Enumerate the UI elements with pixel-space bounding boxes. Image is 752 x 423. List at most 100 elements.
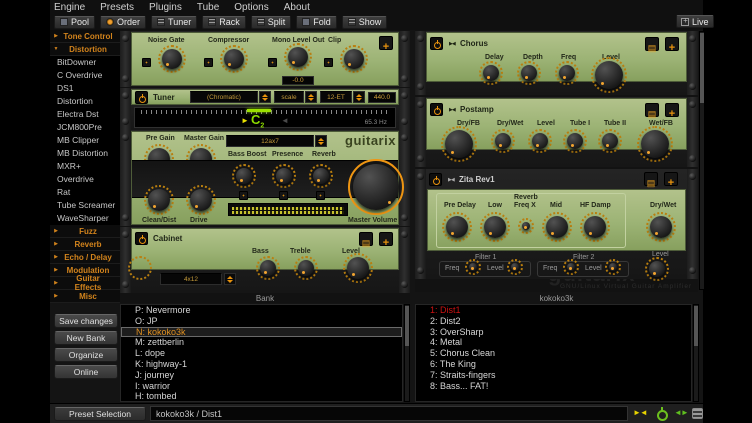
presence-knob[interactable]	[272, 164, 296, 188]
zita-filter1-freq-knob[interactable]	[465, 259, 481, 275]
postamp-drywet-knob[interactable]	[491, 129, 515, 153]
move-unit-button[interactable]	[379, 36, 393, 50]
chorus-power-button[interactable]	[430, 37, 443, 50]
mono-level-value[interactable]: -0.0	[282, 76, 314, 85]
bass-boost-knob[interactable]	[232, 164, 256, 188]
cabinet-preset-button[interactable]	[359, 232, 373, 246]
preset-row[interactable]: 8: Bass... FAT!	[416, 381, 691, 392]
live-button[interactable]: Live	[676, 15, 714, 28]
save-changes-button[interactable]: Save changes	[54, 314, 118, 328]
cabinet-model-dropdown[interactable]: 4x12	[160, 273, 222, 285]
plugin-item[interactable]: Overdrive	[50, 173, 120, 186]
bank-row[interactable]: O: JP	[121, 316, 402, 327]
bank-row-selected[interactable]: N: kokoko3k	[121, 327, 402, 338]
tuner-scale-dropdown[interactable]: scale	[274, 91, 304, 103]
tuner-temperament-selector[interactable]	[353, 91, 365, 103]
postamp-move-button[interactable]	[665, 103, 679, 117]
menu-options[interactable]: Options	[234, 2, 268, 13]
plugin-item[interactable]: MXR+	[50, 160, 120, 173]
tuner-reference-value[interactable]: 440.0	[368, 92, 396, 103]
menu-presets[interactable]: Presets	[100, 2, 134, 13]
cabinet-bass-knob[interactable]	[256, 256, 280, 280]
clean-dist-knob[interactable]	[144, 185, 174, 215]
order-button[interactable]: Order	[100, 16, 146, 29]
preset-row[interactable]: 3: OverSharp	[416, 327, 691, 338]
drive-knob[interactable]	[186, 185, 216, 215]
zita-hfdamp-knob[interactable]	[580, 212, 610, 242]
zita-low-knob[interactable]	[480, 212, 510, 242]
plugin-item[interactable]: Electra Dst	[50, 108, 120, 121]
noise-gate-knob[interactable]	[158, 45, 186, 73]
chorus-move-button[interactable]	[665, 37, 679, 51]
tube-selector[interactable]	[315, 135, 327, 147]
tube-select-dropdown[interactable]: 12ax7	[226, 135, 314, 147]
preset-row[interactable]: 7: Straits-fingers	[416, 370, 691, 381]
category-echo-delay[interactable]: ▶Echo / Delay	[50, 251, 120, 264]
preset-row[interactable]: 5: Chorus Clean	[416, 348, 691, 359]
plugin-item[interactable]: Rat	[50, 186, 120, 199]
mono-level-switch[interactable]	[268, 58, 277, 67]
show-button[interactable]: Show	[342, 16, 388, 29]
preset-selection-tab[interactable]: Preset Selection	[54, 407, 146, 421]
zita-filter2-level-knob[interactable]	[605, 259, 621, 275]
organize-button[interactable]: Organize	[54, 348, 118, 362]
postamp-preset-button[interactable]	[645, 103, 659, 117]
bank-row[interactable]: J: journey	[121, 370, 402, 381]
plugin-item[interactable]: C Overdrive	[50, 69, 120, 82]
zita-drywet-knob[interactable]	[646, 212, 676, 242]
zita-freqx-knob[interactable]	[518, 218, 534, 234]
cabinet-power-button[interactable]	[135, 232, 148, 245]
zita-move-button[interactable]	[664, 172, 678, 186]
postamp-tube1-knob[interactable]	[563, 129, 587, 153]
category-tone-control[interactable]: ▶Tone Control	[50, 30, 120, 43]
bypass-arrows-icon[interactable]: ◄►	[674, 408, 688, 417]
midi-arrows-icon[interactable]: ►◄	[633, 408, 647, 417]
zita-power-button[interactable]	[429, 173, 442, 186]
current-preset-field[interactable]: kokoko3k / Dist1	[150, 406, 628, 421]
pool-button[interactable]: Pool	[54, 16, 95, 29]
plugin-item[interactable]: BitDowner	[50, 56, 120, 69]
postamp-tube2-knob[interactable]	[598, 129, 622, 153]
menu-about[interactable]: About	[284, 2, 310, 13]
postamp-power-button[interactable]	[430, 103, 443, 116]
zita-filter1-level-knob[interactable]	[507, 259, 523, 275]
zita-preset-button[interactable]	[644, 172, 658, 186]
zita-mid-knob[interactable]	[542, 212, 572, 242]
plugin-item[interactable]: JCM800Pre	[50, 121, 120, 134]
preset-row[interactable]: 6: The King	[416, 359, 691, 370]
preset-row[interactable]: 4: Metal	[416, 337, 691, 348]
chorus-delay-knob[interactable]	[479, 61, 503, 85]
rack-scrollbar[interactable]	[699, 31, 705, 290]
bank-row[interactable]: H: tombed	[121, 391, 402, 402]
plugin-item[interactable]: MB Distortion	[50, 147, 120, 160]
category-distortion[interactable]: ▼Distortion	[50, 43, 120, 56]
chorus-level-knob[interactable]	[591, 57, 627, 93]
plugin-item[interactable]: Tube Screamer	[50, 199, 120, 212]
category-reverb[interactable]: ▶Reverb	[50, 238, 120, 251]
new-bank-button[interactable]: New Bank	[54, 331, 118, 345]
category-guitar-effects[interactable]: ▶Guitar Effects	[50, 277, 120, 290]
noise-gate-switch[interactable]	[142, 58, 151, 67]
engine-power-icon[interactable]	[654, 406, 669, 421]
chorus-preset-button[interactable]	[645, 37, 659, 51]
postamp-dryfb-knob[interactable]	[441, 126, 477, 162]
cabinet-move-button[interactable]	[379, 232, 393, 246]
bank-row[interactable]: M: zettberlin	[121, 337, 402, 348]
chorus-freq-knob[interactable]	[555, 61, 579, 85]
reverb-knob[interactable]	[309, 164, 333, 188]
tuner-mode-selector[interactable]	[259, 91, 271, 103]
bank-scrollbar[interactable]	[404, 304, 410, 402]
bass-boost-switch[interactable]	[239, 191, 248, 200]
zita-predelay-knob[interactable]	[442, 212, 472, 242]
postamp-level-knob[interactable]	[528, 129, 552, 153]
plugin-item[interactable]: WaveSharper	[50, 212, 120, 225]
plugin-item[interactable]: DS1	[50, 82, 120, 95]
bank-row[interactable]: L: dope	[121, 348, 402, 359]
menu-plugins[interactable]: Plugins	[149, 2, 182, 13]
category-misc[interactable]: ▶Misc	[50, 290, 120, 303]
preset-row[interactable]: 2: Dist2	[416, 316, 691, 327]
tuner-mode-dropdown[interactable]: (Chromatic)	[190, 91, 258, 103]
preset-row-selected[interactable]: 1: Dist1	[416, 305, 691, 316]
master-volume-knob[interactable]	[348, 159, 404, 215]
cabinet-level-knob[interactable]	[343, 253, 373, 283]
